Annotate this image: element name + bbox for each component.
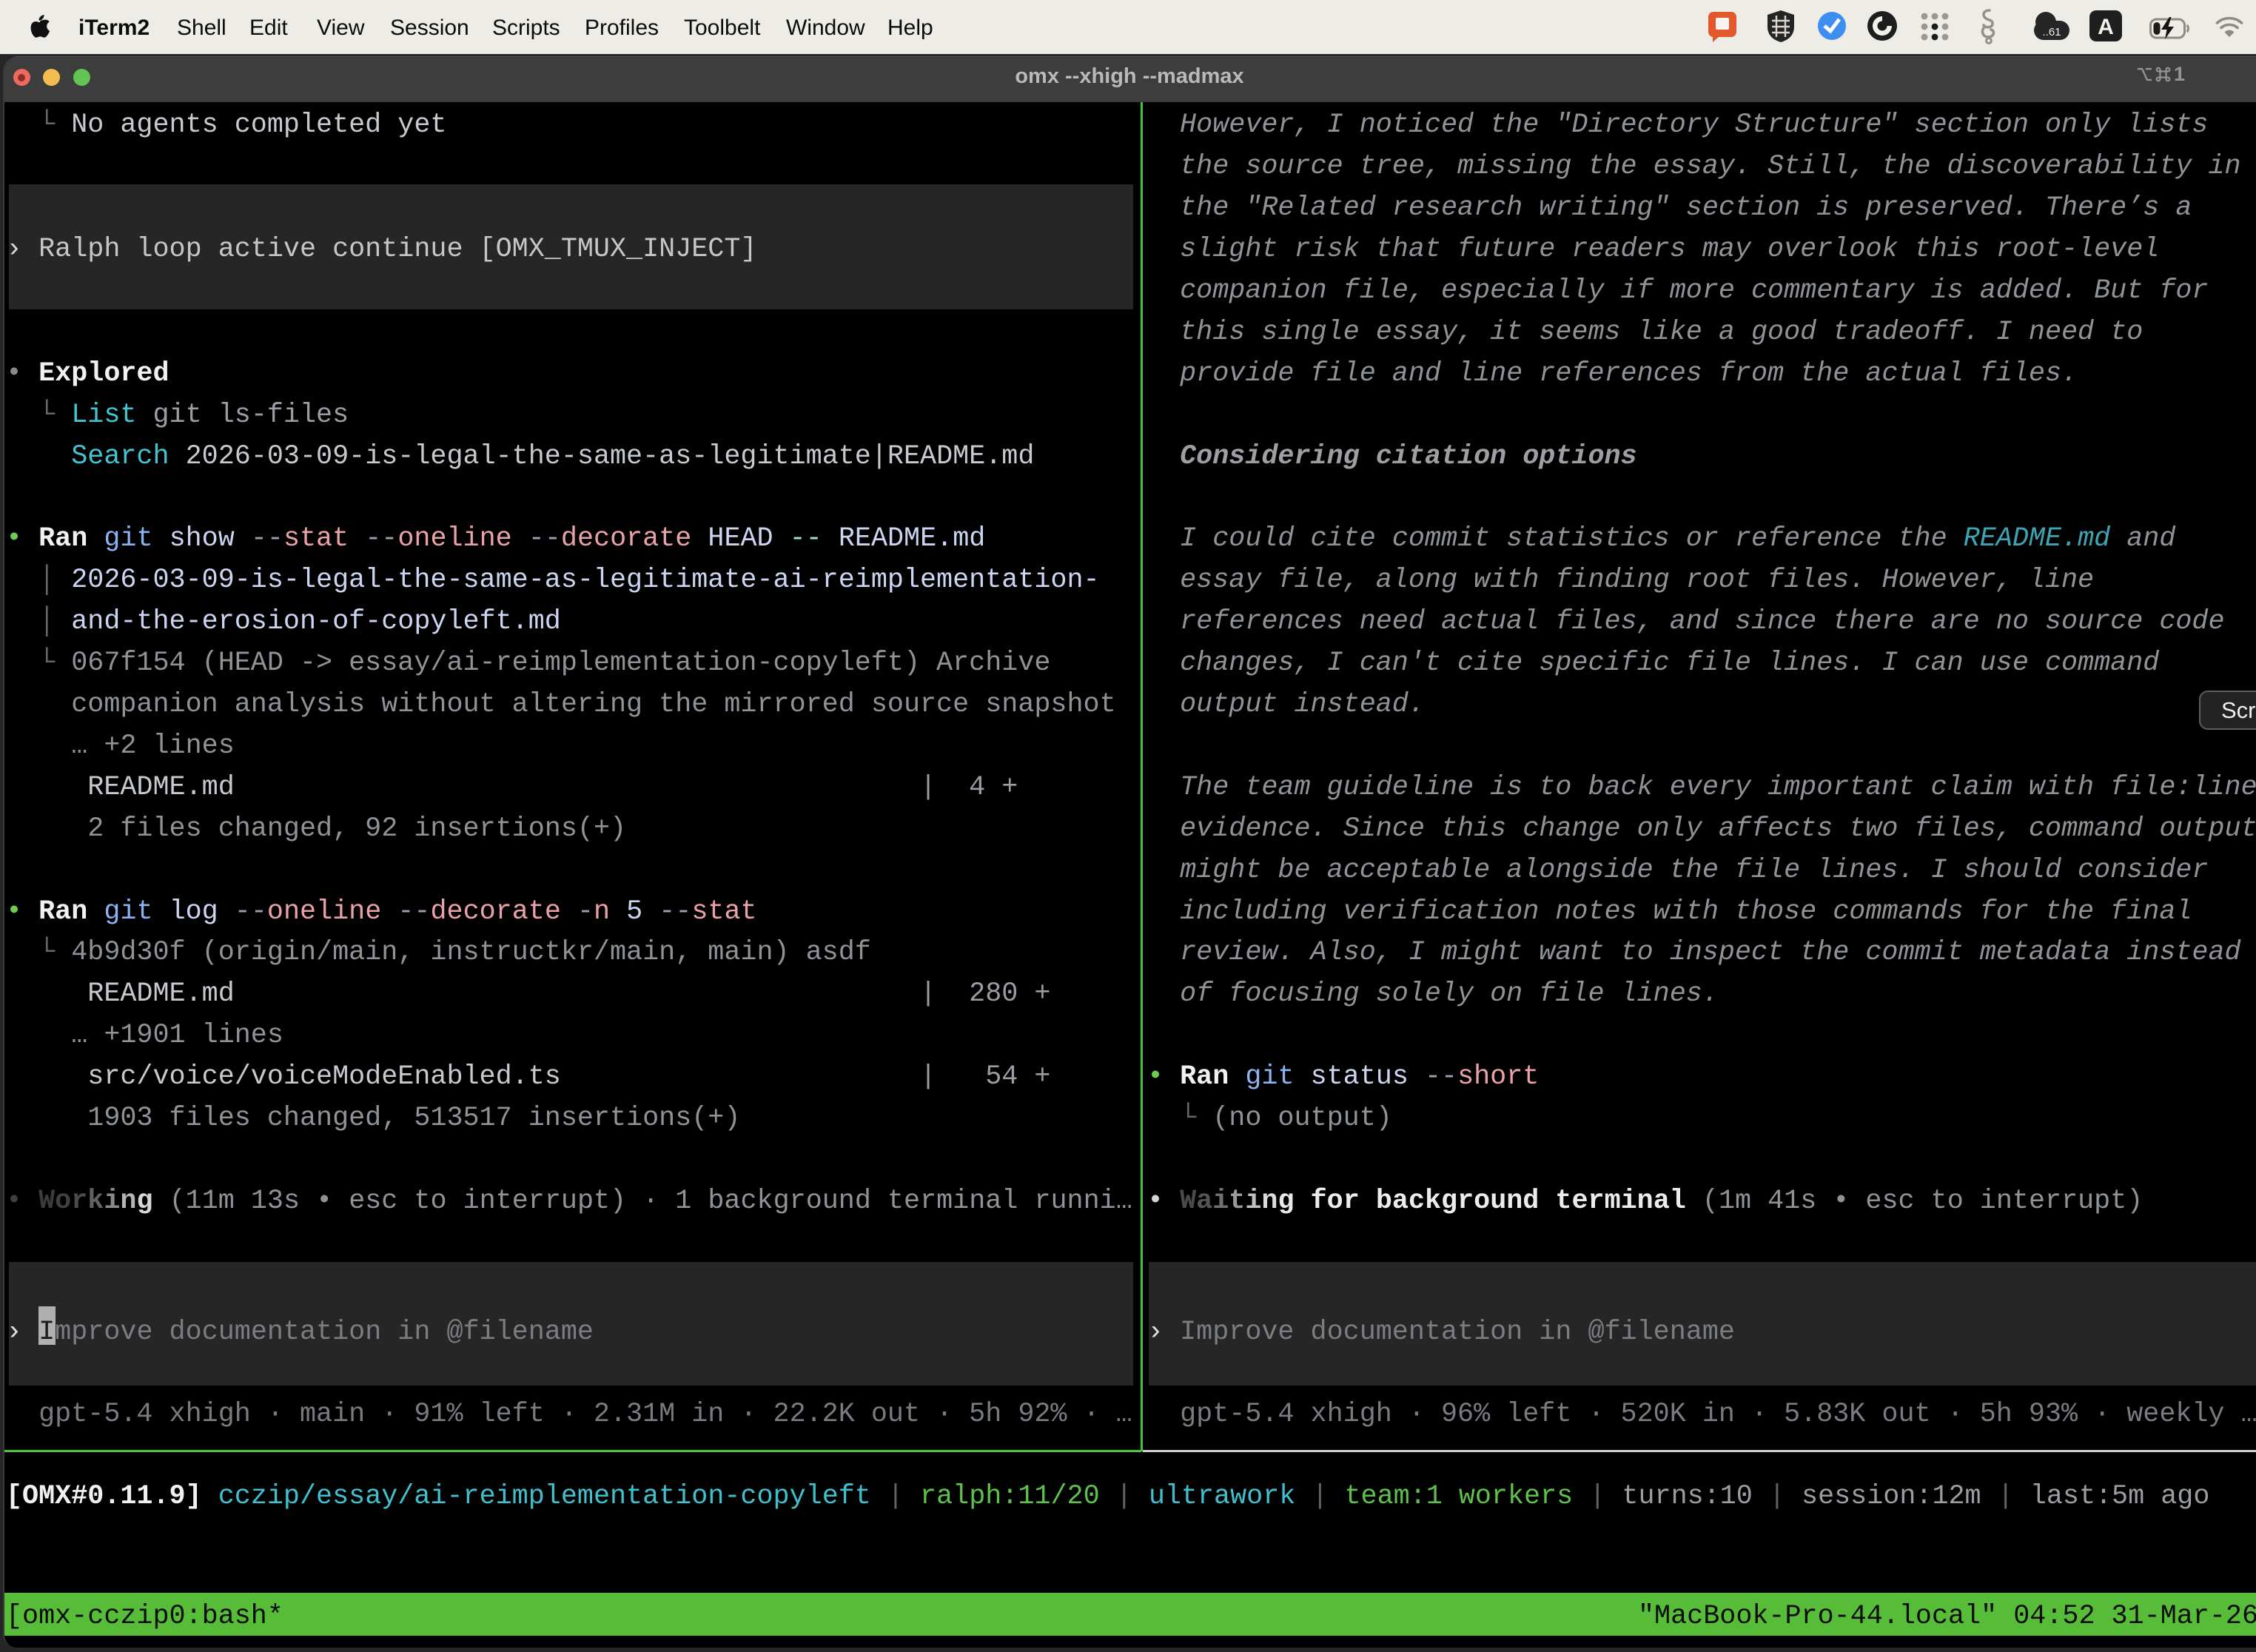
svg-text:..61: ..61: [2042, 26, 2061, 38]
svg-text:A: A: [2098, 15, 2114, 39]
